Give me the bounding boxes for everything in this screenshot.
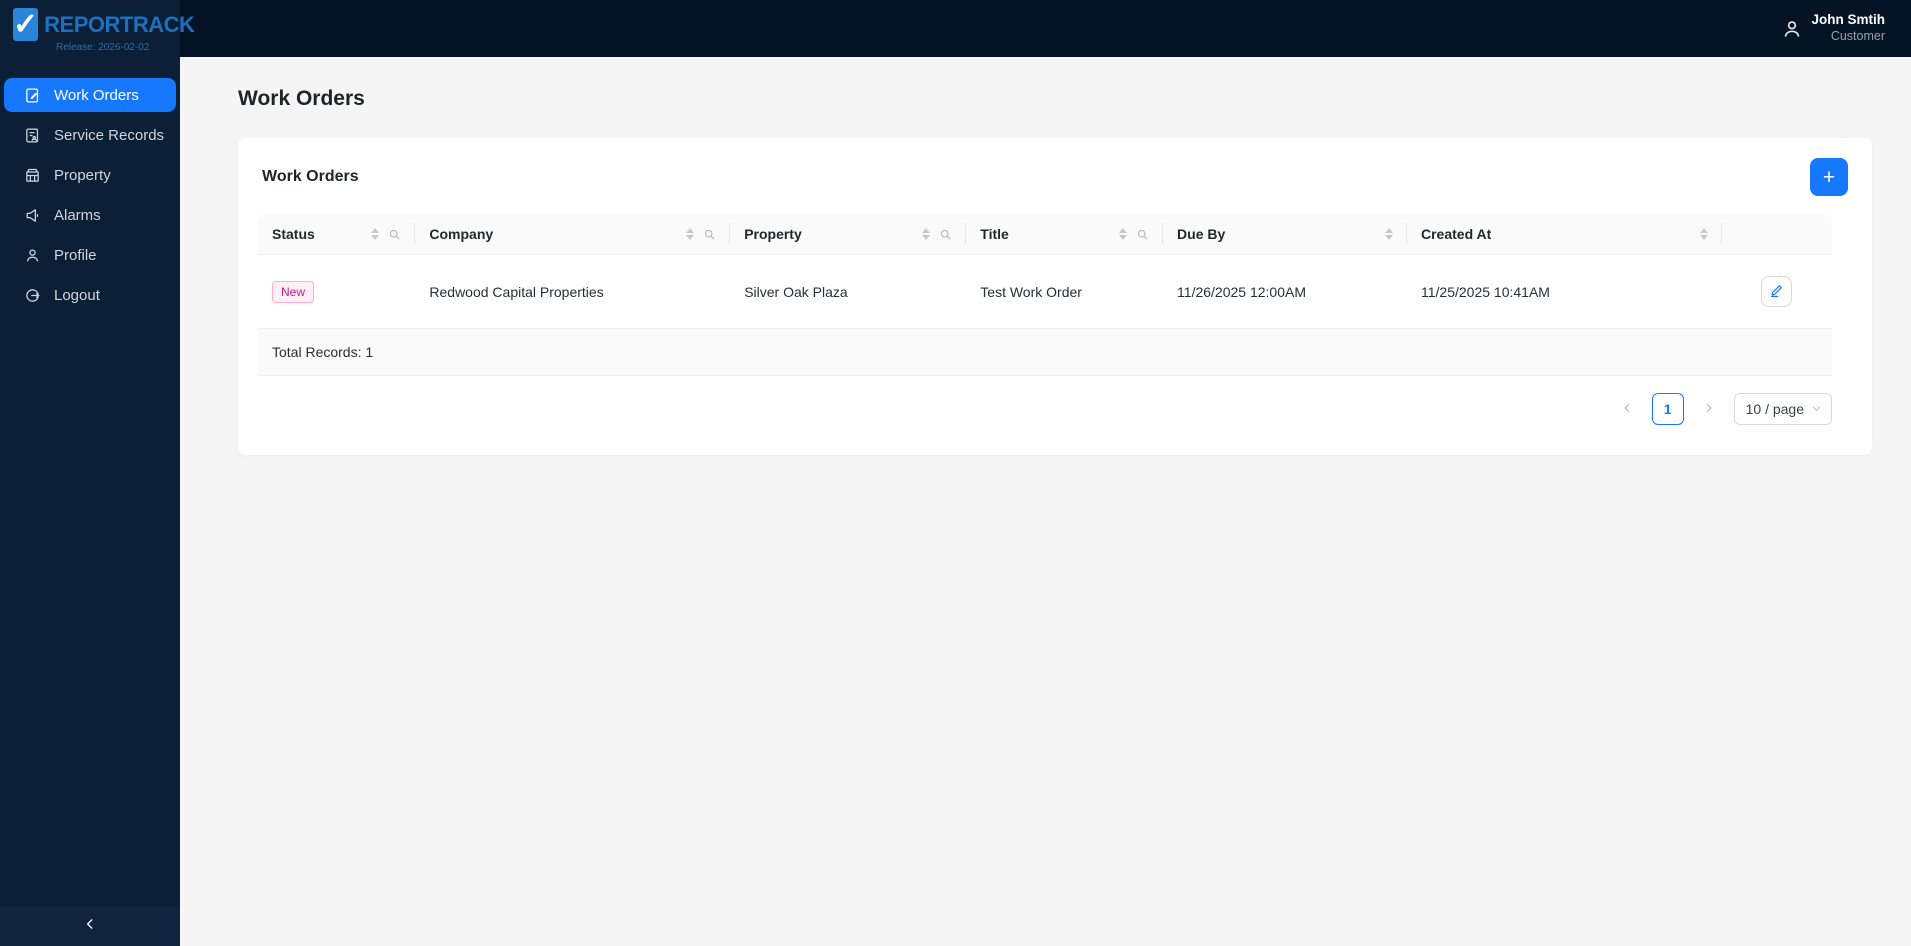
sidebar-item-label: Alarms bbox=[54, 206, 101, 224]
column-label: Company bbox=[429, 226, 494, 242]
sort-icon[interactable] bbox=[371, 228, 380, 240]
company-cell: Redwood Capital Properties bbox=[415, 255, 731, 329]
chevron-left-icon bbox=[83, 917, 97, 936]
column-header-actions bbox=[1721, 214, 1832, 255]
previous-page-button[interactable] bbox=[1611, 393, 1643, 425]
sidebar-item-logout[interactable]: Logout bbox=[4, 278, 176, 312]
column-header-due-by[interactable]: Due By bbox=[1163, 214, 1407, 255]
sidebar-item-label: Logout bbox=[54, 286, 100, 304]
column-header-property[interactable]: Property bbox=[730, 214, 967, 255]
sort-icon[interactable] bbox=[1699, 228, 1708, 240]
column-header-created-at[interactable]: Created At bbox=[1407, 214, 1722, 255]
sidebar-item-label: Profile bbox=[54, 246, 97, 264]
sort-icon[interactable] bbox=[922, 228, 931, 240]
user-icon bbox=[1781, 18, 1803, 40]
user-menu[interactable]: John Smtih Customer bbox=[1781, 12, 1911, 45]
brand-check-icon: ✓ bbox=[13, 7, 39, 41]
column-label: Status bbox=[272, 226, 315, 242]
edit-pencil-icon bbox=[1769, 283, 1784, 301]
work-orders-table: Status Company Property Title Due By Cre… bbox=[258, 214, 1832, 376]
brand-logo[interactable]: ✓ REPORTRACK Release: 2026-02-02 bbox=[0, 0, 195, 57]
search-icon[interactable] bbox=[1136, 228, 1149, 241]
user-name: John Smtih bbox=[1811, 12, 1886, 28]
chevron-down-icon bbox=[1811, 401, 1822, 417]
total-records: Total Records: 1 bbox=[258, 329, 1832, 376]
card-title: Work Orders bbox=[262, 168, 359, 185]
search-icon[interactable] bbox=[388, 228, 401, 241]
sidebar-item-work-orders[interactable]: Work Orders bbox=[4, 78, 176, 112]
status-badge: New bbox=[272, 280, 315, 303]
edit-button[interactable] bbox=[1761, 276, 1793, 307]
property-icon bbox=[24, 167, 41, 184]
service-records-icon bbox=[24, 127, 41, 144]
main-content: Work Orders Work Orders + Status Company… bbox=[180, 57, 1911, 946]
sidebar-item-label: Service Records bbox=[54, 126, 165, 144]
column-header-company[interactable]: Company bbox=[415, 214, 731, 255]
column-header-status[interactable]: Status bbox=[258, 214, 416, 255]
user-role: Customer bbox=[1830, 29, 1885, 44]
sidebar-item-property[interactable]: Property bbox=[4, 158, 176, 192]
alarms-icon bbox=[24, 207, 41, 224]
page-size-select[interactable]: 10 / page bbox=[1733, 393, 1832, 425]
sidebar-collapse-trigger[interactable] bbox=[0, 906, 180, 946]
profile-icon bbox=[24, 247, 41, 264]
logout-icon bbox=[24, 287, 41, 304]
plus-icon: + bbox=[1822, 165, 1836, 189]
table-row: New Redwood Capital Properties Silver Oa… bbox=[258, 255, 1832, 329]
actions-cell bbox=[1721, 255, 1832, 329]
sidebar: ✓ REPORTRACK Release: 2026-02-02 Work Or… bbox=[0, 0, 195, 946]
column-label: Title bbox=[980, 226, 1009, 242]
search-icon[interactable] bbox=[939, 228, 952, 241]
page-size-value: 10 / page bbox=[1745, 401, 1804, 417]
sidebar-item-profile[interactable]: Profile bbox=[4, 238, 176, 272]
work-orders-icon bbox=[24, 87, 41, 104]
title-cell: Test Work Order bbox=[966, 255, 1164, 329]
column-label: Created At bbox=[1421, 226, 1492, 242]
chevron-right-icon bbox=[1703, 402, 1715, 417]
work-orders-card: Work Orders + Status Company Property Ti… bbox=[238, 138, 1872, 455]
page-number-button[interactable]: 1 bbox=[1651, 393, 1684, 425]
table-header-row: Status Company Property Title Due By Cre… bbox=[258, 214, 1832, 255]
chevron-left-icon bbox=[1621, 402, 1633, 417]
search-icon[interactable] bbox=[703, 228, 716, 241]
pagination: 1 10 / page bbox=[258, 393, 1832, 425]
release-version: Release: 2026-02-02 bbox=[56, 42, 150, 53]
sidebar-item-service-records[interactable]: Service Records bbox=[4, 118, 176, 152]
next-page-button[interactable] bbox=[1693, 393, 1725, 425]
column-label: Due By bbox=[1177, 226, 1226, 242]
sidebar-menu: Work Orders Service Records Property Ala… bbox=[0, 57, 180, 906]
created-at-cell: 11/25/2025 10:41AM bbox=[1407, 255, 1722, 329]
brand-name: REPORTRACK bbox=[44, 11, 195, 37]
table-summary-row: Total Records: 1 bbox=[258, 329, 1832, 376]
top-header: John Smtih Customer bbox=[0, 0, 1911, 57]
add-work-order-button[interactable]: + bbox=[1810, 158, 1848, 196]
sort-icon[interactable] bbox=[686, 228, 695, 240]
sort-icon[interactable] bbox=[1119, 228, 1128, 240]
sidebar-item-alarms[interactable]: Alarms bbox=[4, 198, 176, 232]
property-cell: Silver Oak Plaza bbox=[730, 255, 967, 329]
column-header-title[interactable]: Title bbox=[966, 214, 1164, 255]
due-by-cell: 11/26/2025 12:00AM bbox=[1163, 255, 1407, 329]
sidebar-item-label: Work Orders bbox=[54, 86, 139, 104]
page-title: Work Orders bbox=[238, 87, 365, 110]
sort-icon[interactable] bbox=[1385, 228, 1393, 240]
sidebar-item-label: Property bbox=[54, 166, 111, 184]
column-label: Property bbox=[744, 226, 802, 242]
status-cell: New bbox=[258, 255, 416, 329]
